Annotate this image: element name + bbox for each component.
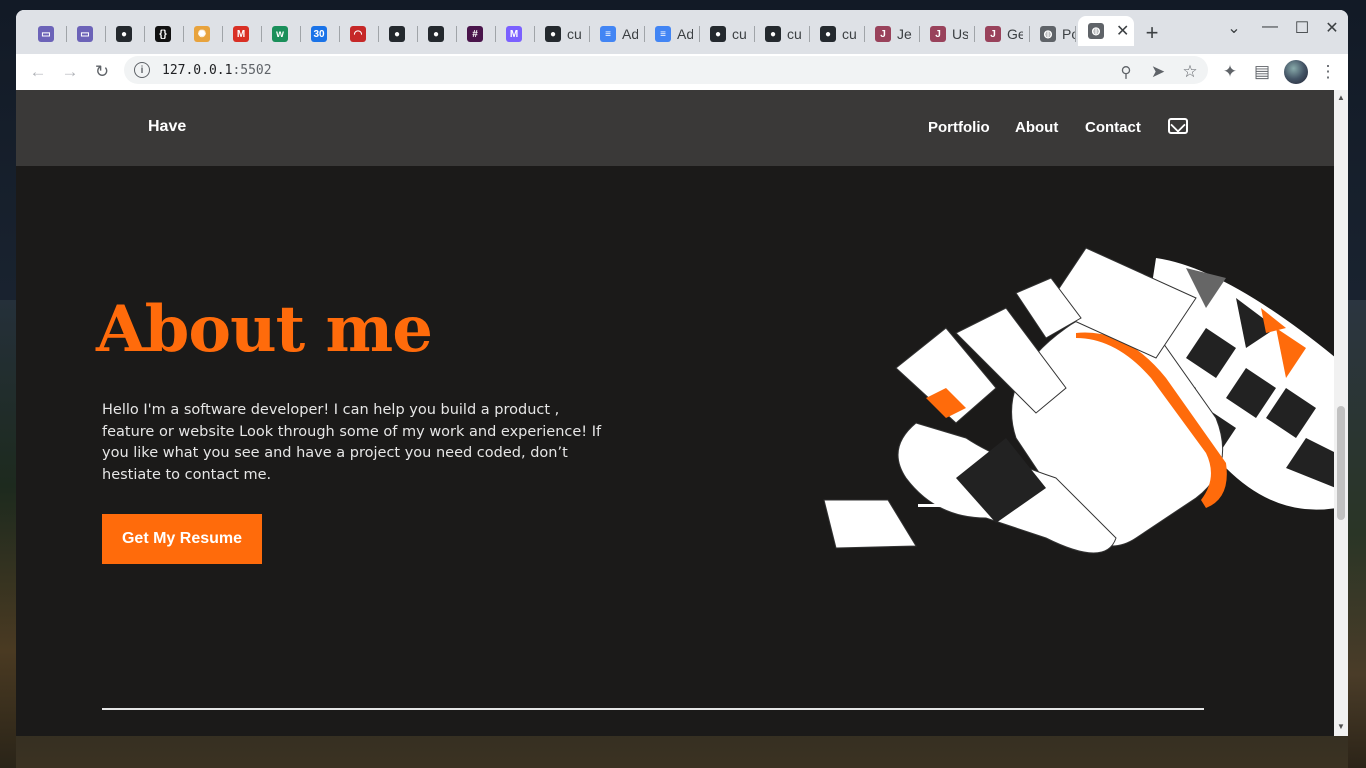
browser-tab[interactable]: M [223,18,262,50]
jest-icon: J [930,26,946,42]
tab-title: cu [787,26,802,42]
github-icon: ● [820,26,836,42]
active-browser-tab[interactable]: ◍ ✕ [1078,16,1134,46]
desktop-wallpaper-left [0,300,16,768]
page-scrollbar[interactable]: ▲ ▼ [1334,90,1348,736]
site-logo[interactable]: Have [148,118,186,136]
close-window-icon[interactable]: ✕ [1322,18,1342,38]
maximize-icon[interactable]: ☐ [1292,18,1312,38]
browser-tab[interactable]: {} [145,18,184,50]
wallet-icon: ▭ [38,26,54,42]
menu-kebab-icon[interactable]: ⋮ [1316,60,1340,84]
back-icon[interactable]: ← [26,60,50,84]
browser-tab[interactable]: ▭ [67,18,106,50]
browser-toolbar: ← → ↻ i 127.0.0.1:5502 ⚲ ➤ ☆ ✦ ▤ ⋮ [16,54,1348,90]
section-divider [102,708,1204,710]
tab-title: Ad [677,26,693,42]
browser-tab[interactable]: ● cu [700,18,755,50]
tab-title: cu [732,26,747,42]
desktop-wallpaper-right [1348,300,1366,768]
address-url[interactable]: 127.0.0.1:5502 [162,63,272,78]
browser-tab[interactable]: ● cu [755,18,810,50]
nav-portfolio[interactable]: Portfolio [928,119,990,136]
github-icon: ● [710,26,726,42]
gauge-icon: ◠ [350,26,366,42]
browser-tab[interactable]: M [496,18,535,50]
globe-icon: ◍ [1088,23,1104,39]
github-icon: ● [545,26,561,42]
browser-tab[interactable]: 30 [301,18,340,50]
browser-window: ▭ ▭ ●{} ✺ Mw 30 ◠ ● ● # M ● cu ≡ Ad ≡ Ad ● cu ● cu ● cu J Je J Us J… [16,10,1348,736]
close-tab-icon[interactable]: ✕ [1116,21,1129,41]
browser-tab[interactable]: ● [418,18,457,50]
globe-icon: ◍ [1040,26,1056,42]
m-icon: M [506,26,522,42]
scroll-up-icon[interactable]: ▲ [1337,93,1345,102]
about-description: Hello I'm a software developer! I can he… [102,402,602,483]
browser-tab[interactable]: ≡ Ad [590,18,645,50]
browser-tab[interactable]: J Ge [975,18,1030,50]
minimize-icon[interactable]: — [1260,18,1280,36]
browser-tab[interactable]: ◍ Po [1030,18,1076,50]
github-icon: ● [765,26,781,42]
mail-icon[interactable] [1168,118,1188,134]
zoom-icon[interactable]: ⚲ [1114,60,1138,84]
scroll-down-icon[interactable]: ▼ [1337,722,1345,731]
nav-about[interactable]: About [1015,119,1058,136]
get-resume-button[interactable]: Get My Resume [102,514,262,564]
browser-tab[interactable]: ◠ [340,18,379,50]
browser-tab[interactable]: ✺ [184,18,223,50]
profile-avatar[interactable] [1284,60,1308,84]
tab-separator [1075,26,1076,42]
code-icon: {} [155,26,171,42]
tab-search-icon[interactable]: ⌄ [1224,18,1244,38]
page-viewport: Have Portfolio About Contact About me He… [16,90,1334,736]
tab-title: Je [897,26,912,42]
browser-tab[interactable]: ● cu [535,18,590,50]
browser-tab[interactable]: w [262,18,301,50]
abstract-illustration [823,247,1334,554]
address-bar[interactable]: i 127.0.0.1:5502 [124,56,1208,84]
send-icon[interactable]: ➤ [1146,60,1170,84]
tab-title: cu [567,26,582,42]
docs-icon: ≡ [600,26,616,42]
slack-icon: # [467,26,483,42]
browser-tab[interactable]: J Us [920,18,975,50]
browser-tab[interactable]: ▭ [28,18,67,50]
jest-icon: J [875,26,891,42]
scrollbar-thumb[interactable] [1337,406,1345,520]
w-icon: w [272,26,288,42]
reload-icon[interactable]: ↻ [90,60,114,84]
jest-icon: J [985,26,1001,42]
page-title: About me [96,292,433,367]
site-header: Have Portfolio About Contact [16,90,1334,166]
browser-tab[interactable]: ● [379,18,418,50]
site-info-icon[interactable]: i [134,62,150,78]
side-panel-icon[interactable]: ▤ [1250,60,1274,84]
tab-title: Po [1062,26,1076,42]
github-icon: ● [389,26,405,42]
browser-tab[interactable]: # [457,18,496,50]
bookmark-star-icon[interactable]: ☆ [1178,60,1202,84]
github-icon: ● [428,26,444,42]
forward-icon[interactable]: → [58,60,82,84]
browser-tab[interactable]: J Je [865,18,920,50]
browser-tab[interactable]: ≡ Ad [645,18,700,50]
tab-title: Us [952,26,968,42]
tab-title: cu [842,26,857,42]
browser-tab[interactable]: ● [106,18,145,50]
nav-contact[interactable]: Contact [1085,119,1141,136]
calendar-icon: 30 [311,26,327,42]
tab-title: Ad [622,26,638,42]
dots-icon: ✺ [194,26,210,42]
browser-tab[interactable]: ● cu [810,18,865,50]
new-tab-button[interactable]: + [1142,20,1162,46]
docs-icon: ≡ [655,26,671,42]
wallet-icon: ▭ [77,26,93,42]
tab-title: Ge [1007,26,1023,42]
gmail-icon: M [233,26,249,42]
github-icon: ● [116,26,132,42]
extensions-icon[interactable]: ✦ [1218,60,1242,84]
